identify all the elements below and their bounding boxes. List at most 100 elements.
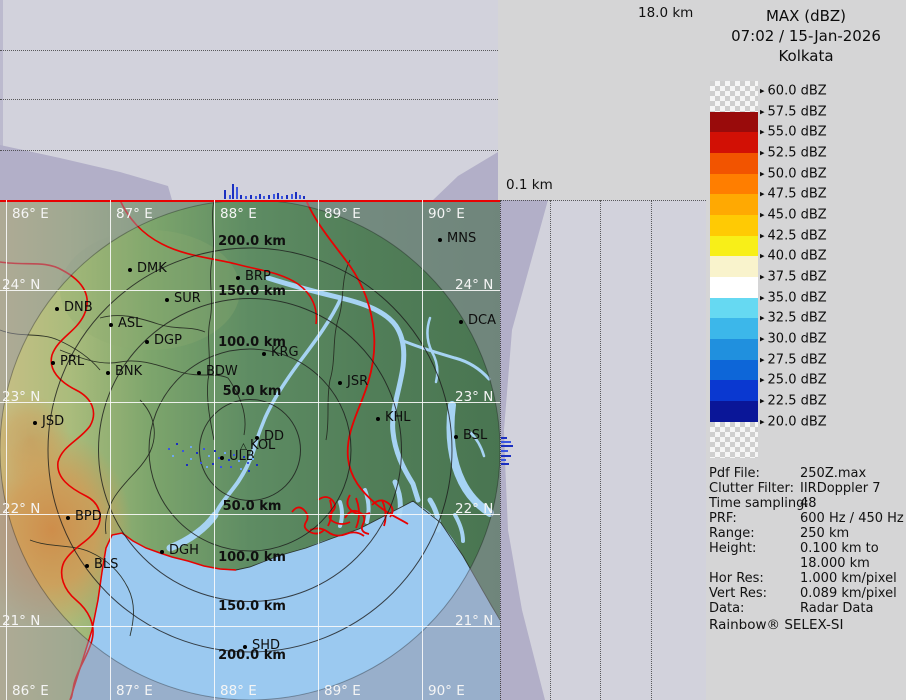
echo-bar xyxy=(229,195,231,199)
city-marker xyxy=(220,456,224,460)
city-marker xyxy=(109,323,113,327)
longitude-label: 89° E xyxy=(324,206,361,222)
metadata-value: 250 km xyxy=(800,526,849,541)
tick-arrow-icon: ▸ xyxy=(760,356,765,366)
metadata-value: 0.100 km to xyxy=(800,541,879,556)
tick-arrow-icon: ▸ xyxy=(760,294,765,304)
echo-dot xyxy=(200,462,202,464)
echo-bar xyxy=(250,195,252,199)
echo-dot xyxy=(203,448,205,450)
city-marker xyxy=(459,320,463,324)
tick-arrow-icon: ▸ xyxy=(760,87,765,97)
echo-dot xyxy=(206,466,208,468)
echo-bar xyxy=(303,196,305,199)
metadata-label: Hor Res: xyxy=(709,571,764,586)
echo-bar xyxy=(240,195,242,199)
echo-dot xyxy=(224,452,226,454)
longitude-gridline xyxy=(110,200,111,700)
color-scale-swatch xyxy=(710,132,758,153)
city-marker xyxy=(338,381,342,385)
metadata-value: 18.000 km xyxy=(800,556,870,571)
echo-dot xyxy=(190,458,192,460)
longitude-label: 90° E xyxy=(428,206,465,222)
echo-bar xyxy=(255,196,257,199)
color-scale-tick-label: ▸35.0 dBZ xyxy=(760,291,827,306)
city-marker xyxy=(438,238,442,242)
echo-bar xyxy=(277,193,279,199)
echo-bar xyxy=(286,195,288,199)
height-axis-origin-label: 0.1 km xyxy=(506,177,553,193)
latitude-label: 23° N xyxy=(455,389,493,405)
color-scale-swatch xyxy=(710,318,758,339)
tick-arrow-icon: ▸ xyxy=(760,149,765,159)
echo-dot xyxy=(186,464,188,466)
echo-bar xyxy=(291,194,293,199)
longitude-label: 87° E xyxy=(116,206,153,222)
color-scale-swatch xyxy=(710,422,758,458)
product-header: MAX (dBZ) 07:02 / 15-Jan-2026 Kolkata xyxy=(706,6,906,66)
map-panel: 86° E86° E87° E87° E88° E88° E89° E89° E… xyxy=(0,200,501,700)
echo-dot xyxy=(252,458,254,460)
color-scale-tick-label: ▸45.0 dBZ xyxy=(760,208,827,223)
echo-dot xyxy=(218,457,220,459)
range-ring-label: 200.0 km xyxy=(218,648,286,663)
panel-edge-strip xyxy=(0,0,3,150)
tick-arrow-icon: ▸ xyxy=(760,252,765,262)
longitude-label: 86° E xyxy=(12,206,49,222)
color-scale-tick-label: ▸52.5 dBZ xyxy=(760,146,827,161)
city-label: BLS xyxy=(94,557,118,572)
echo-dot xyxy=(208,455,210,457)
color-scale-swatch xyxy=(710,236,758,256)
echo-bar xyxy=(281,196,283,199)
echo-dot xyxy=(212,463,214,465)
echo-dot xyxy=(248,470,250,472)
city-marker xyxy=(33,421,37,425)
color-scale-tick-label: ▸27.5 dBZ xyxy=(760,353,827,368)
echo-dash xyxy=(501,437,507,439)
height-gridline xyxy=(600,200,601,700)
range-ring-label: 150.0 km xyxy=(218,284,286,299)
echo-dot xyxy=(256,464,258,466)
city-marker xyxy=(236,276,240,280)
city-label: DGP xyxy=(154,333,182,348)
echo-dot xyxy=(238,460,240,462)
latitude-label: 21° N xyxy=(2,613,40,629)
color-scale-swatch xyxy=(710,339,758,360)
color-scale-swatch xyxy=(710,81,758,112)
echo-bar xyxy=(299,195,301,199)
echo-dot xyxy=(247,462,249,464)
echo-dot xyxy=(243,456,245,458)
tick-arrow-icon: ▸ xyxy=(760,170,765,180)
echo-bar xyxy=(236,187,238,199)
longitude-label: 90° E xyxy=(428,683,465,699)
city-marker xyxy=(165,298,169,302)
city-label: BRP xyxy=(245,269,271,284)
top-height-projection-panel xyxy=(0,0,498,200)
echo-dot xyxy=(196,452,198,454)
height-axis-max-label: 18.0 km xyxy=(638,5,693,21)
range-ring-label: 100.0 km xyxy=(218,335,286,350)
color-scale-tick-label: ▸37.5 dBZ xyxy=(760,270,827,285)
range-ring-label: 100.0 km xyxy=(218,550,286,565)
city-marker xyxy=(197,371,201,375)
city-marker xyxy=(55,307,59,311)
color-scale-tick-label: ▸32.5 dBZ xyxy=(760,311,827,326)
color-scale-tick-label: ▸42.5 dBZ xyxy=(760,229,827,244)
latitude-label: 21° N xyxy=(455,613,493,629)
echo-dot xyxy=(168,448,170,450)
software-brand-label: Rainbow® SELEX-SI xyxy=(709,617,843,633)
right-height-projection-panel xyxy=(500,200,706,700)
radar-site-icon: △ xyxy=(240,442,247,452)
city-marker xyxy=(51,361,55,365)
echo-bar xyxy=(232,184,234,199)
city-label: SUR xyxy=(174,291,201,306)
color-scale-swatch xyxy=(710,194,758,215)
station-name: Kolkata xyxy=(706,46,906,66)
panel-top-edge-line xyxy=(500,200,706,201)
echo-dot xyxy=(176,443,178,445)
city-marker xyxy=(85,564,89,568)
echo-dash xyxy=(501,441,511,443)
city-label: JSD xyxy=(42,414,64,429)
metadata-value: 48 xyxy=(800,496,817,511)
color-scale-tick-label: ▸20.0 dBZ xyxy=(760,415,827,430)
